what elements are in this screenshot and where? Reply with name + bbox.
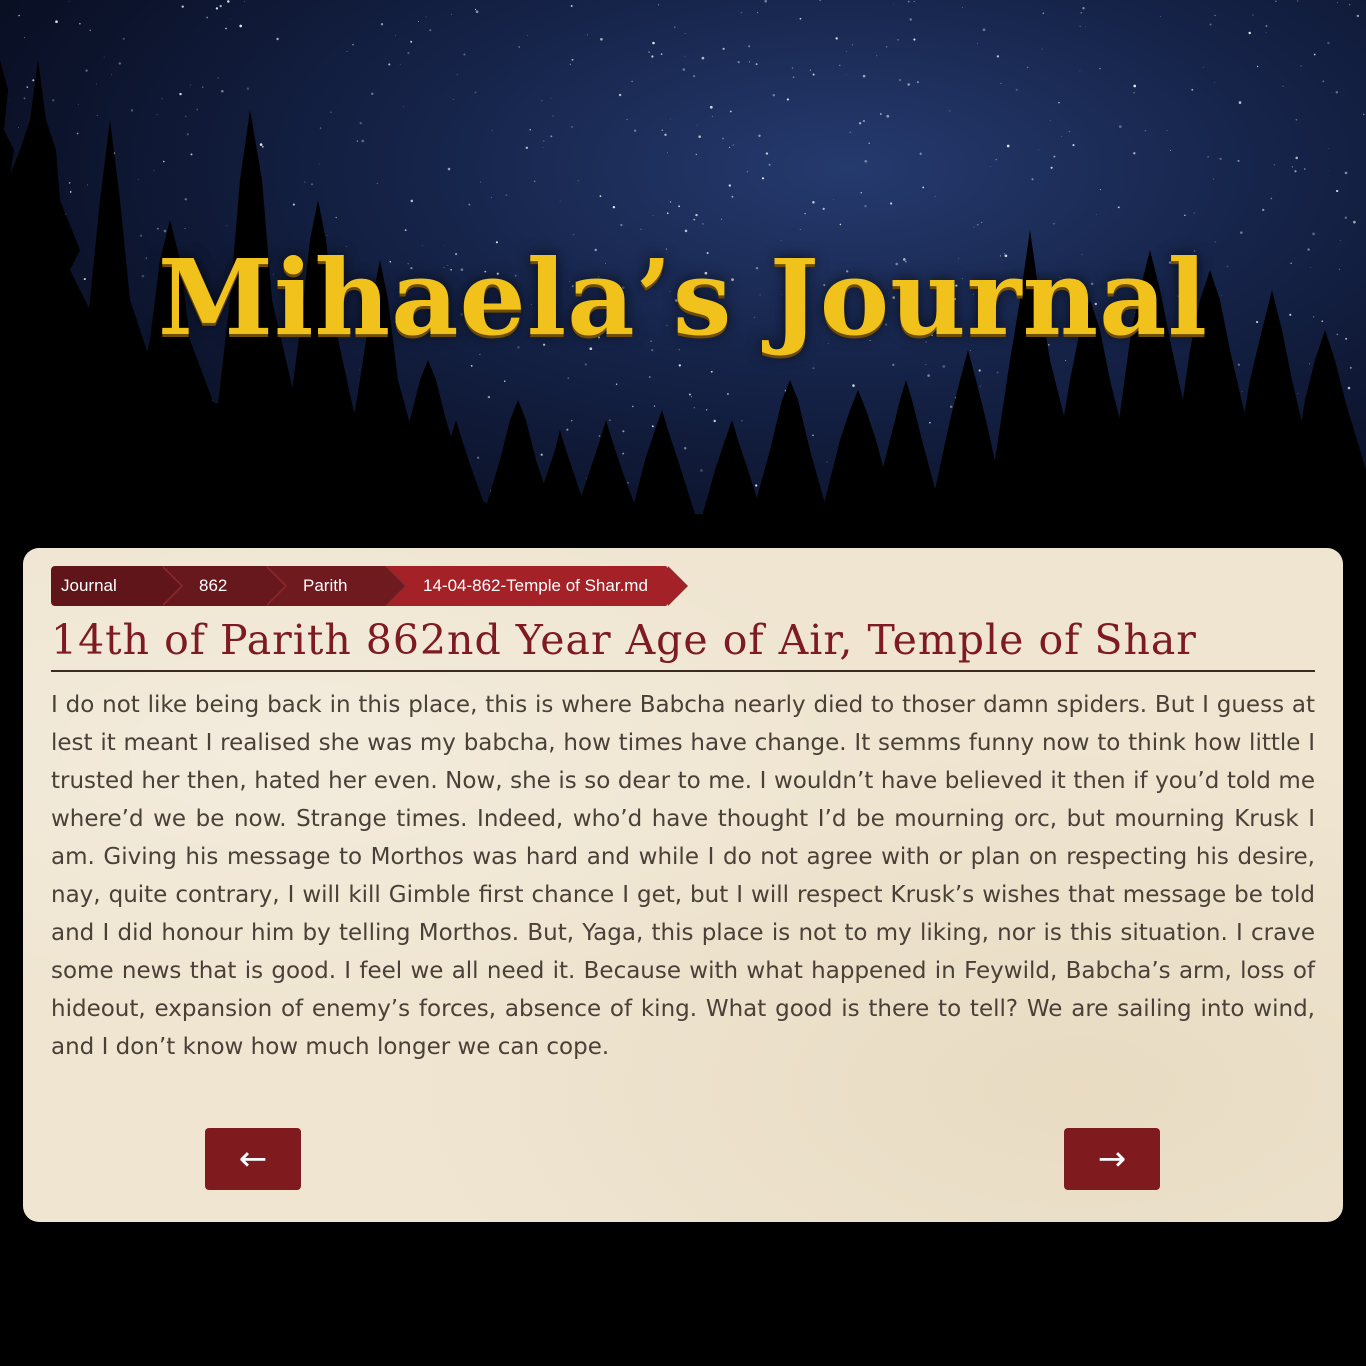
breadcrumb-item-journal[interactable]: Journal — [51, 566, 183, 606]
site-title: Mihaela’s Journal — [157, 236, 1209, 359]
breadcrumb-label: 14-04-862-Temple of Shar.md — [423, 576, 648, 595]
entry-title: 14th of Parith 862nd Year Age of Air, Te… — [51, 616, 1315, 672]
page: Mihaela’s Journal Journal 862 Parith 14-… — [0, 0, 1366, 1366]
breadcrumb-label: Parith — [303, 576, 348, 595]
previous-entry-button[interactable]: ← — [205, 1128, 301, 1190]
breadcrumb: Journal 862 Parith 14-04-862-Temple of S… — [51, 566, 1315, 606]
hero-banner: Mihaela’s Journal — [0, 0, 1366, 560]
breadcrumb-label: Journal — [61, 576, 117, 595]
next-entry-button[interactable]: → — [1064, 1128, 1160, 1190]
breadcrumb-item-current-file[interactable]: 14-04-862-Temple of Shar.md — [385, 566, 688, 606]
arrow-right-icon: → — [1097, 1139, 1127, 1179]
entry-body: I do not like being back in this place, … — [51, 692, 1315, 1060]
breadcrumb-label: 862 — [199, 576, 228, 595]
arrow-left-icon: ← — [238, 1139, 268, 1179]
journal-entry-card: Journal 862 Parith 14-04-862-Temple of S… — [23, 548, 1343, 1222]
